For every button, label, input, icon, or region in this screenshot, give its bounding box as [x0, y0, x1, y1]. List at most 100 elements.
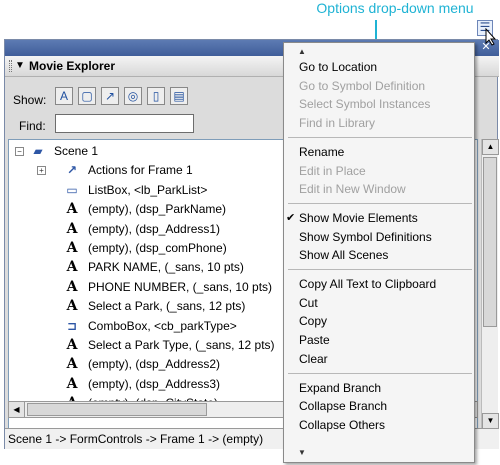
menu-item-label: Rename — [299, 144, 345, 159]
tree-row[interactable]: ▰ Scene 1 — [30, 142, 98, 161]
menu-item-label: Clear — [299, 351, 328, 366]
text-icon: A — [66, 259, 78, 276]
menu-separator — [288, 202, 472, 204]
menu-item-label: Paste — [299, 333, 330, 348]
menu-item-go-to-symbol-definition[interactable]: Go to Symbol Definition — [284, 77, 474, 95]
show-actionscripts-button[interactable]: ↗ — [101, 87, 119, 105]
menu-item-select-symbol-instances[interactable]: Select Symbol Instances — [284, 95, 474, 113]
menu-item-show-all-scenes[interactable]: Show All Scenes — [284, 246, 474, 264]
menu-item-rename[interactable]: Rename — [284, 143, 474, 161]
menu-item-label: Edit in New Window — [299, 182, 406, 197]
show-buttons-button[interactable]: ▢ — [78, 87, 96, 105]
tree-row-label: (empty), (dsp_Address2) — [88, 357, 221, 372]
tree-row-label: Actions for Frame 1 — [88, 163, 193, 178]
scroll-down-arrow-icon[interactable]: ▼ — [482, 413, 499, 429]
tree-row[interactable]: A (empty), (dsp_Address3) — [64, 375, 220, 394]
show-label: Show: — [13, 93, 47, 107]
collapse-toggle-icon[interactable]: − — [15, 147, 24, 156]
options-dropdown-menu: ▲ ▼ Go to Location Go to Symbol Definitio… — [283, 42, 475, 463]
menu-item-edit-in-new-window[interactable]: Edit in New Window — [284, 180, 474, 198]
customize-items-button[interactable]: ▤ — [170, 87, 188, 105]
menu-item-label: Go to Location — [299, 60, 378, 74]
tree-row-label: ComboBox, <cb_parkType> — [88, 318, 237, 333]
collapse-arrow-icon[interactable]: ▼ — [15, 58, 25, 74]
menu-scroll-down-icon[interactable]: ▼ — [284, 446, 474, 460]
tree-row[interactable]: ↗ Actions for Frame 1 — [64, 161, 193, 180]
menu-item-show-movie-elements[interactable]: ✔ Show Movie Elements — [284, 209, 474, 227]
menu-item-find-in-library[interactable]: Find in Library — [284, 114, 474, 132]
tree-row[interactable]: A (empty), (dsp_Address1) — [64, 220, 220, 239]
menu-item-edit-in-place[interactable]: Edit in Place — [284, 162, 474, 180]
menu-item-clear[interactable]: Clear — [284, 350, 474, 368]
tree-row[interactable]: A Select a Park Type, (_sans, 12 pts) — [64, 336, 275, 355]
text-icon: A — [66, 240, 78, 256]
text-icon: A — [66, 278, 78, 295]
menu-item-copy-all-text-to-clipboard[interactable]: Copy All Text to Clipboard — [284, 275, 474, 293]
text-icon: A — [66, 298, 78, 315]
text-icon: A — [66, 375, 78, 392]
tree-row[interactable]: ⊐ ComboBox, <cb_parkType> — [64, 317, 237, 336]
tree-row[interactable]: A PHONE NUMBER, (_sans, 10 pts) — [64, 278, 273, 297]
tree-row[interactable]: A (empty), (dsp_Address2) — [64, 355, 220, 374]
tree-row-label: (empty), (dsp_Address3) — [88, 376, 221, 391]
tree-row-label: Scene 1 — [54, 144, 99, 158]
tree-row-label: PARK NAME, (_sans, 10 pts) — [88, 260, 244, 275]
panel-title: Movie Explorer — [29, 59, 116, 73]
tree-row[interactable]: A (empty), (dsp_comPhone) — [64, 239, 227, 258]
menu-item-go-to-location[interactable]: Go to Location — [284, 58, 474, 76]
menu-separator — [288, 136, 472, 138]
show-frames-layers-button[interactable]: ▯ — [147, 87, 165, 105]
menu-item-copy[interactable]: Copy — [284, 312, 474, 330]
text-icon: A — [66, 356, 78, 373]
find-label: Find: — [19, 119, 46, 133]
vertical-scroll-thumb[interactable] — [483, 157, 497, 327]
menu-item-label: Cut — [299, 295, 318, 310]
vertical-scrollbar[interactable]: ▲ ▼ — [481, 139, 499, 429]
grip-handle-icon[interactable] — [9, 60, 12, 72]
tree-row-label: ListBox, <lb_ParkList> — [88, 182, 208, 197]
expand-toggle-icon[interactable]: + — [37, 166, 46, 176]
tree-row-label: (empty), (dsp_Address1) — [88, 221, 221, 236]
tree-row[interactable]: A PARK NAME, (_sans, 10 pts) — [64, 258, 244, 277]
tree-row-label: (empty), (dsp_comPhone) — [88, 241, 227, 255]
menu-item-label: Go to Symbol Definition — [299, 78, 426, 93]
scene-icon: ▰ — [33, 144, 43, 158]
menu-item-label: Collapse Branch — [299, 399, 388, 414]
tree-row[interactable]: ▭ ListBox, <lb_ParkList> — [64, 181, 207, 200]
menu-item-expand-branch[interactable]: Expand Branch — [284, 379, 474, 397]
menu-item-label: Edit in Place — [299, 163, 366, 178]
menu-separator — [288, 372, 472, 374]
menu-item-collapse-others[interactable]: Collapse Others — [284, 416, 474, 434]
menu-item-label: Show Symbol Definitions — [299, 229, 432, 244]
menu-item-show-symbol-definitions[interactable]: Show Symbol Definitions — [284, 228, 474, 246]
menu-item-label: Find in Library — [299, 116, 376, 131]
scroll-up-arrow-icon[interactable]: ▲ — [482, 139, 499, 155]
tree-row-label: PHONE NUMBER, (_sans, 10 pts) — [88, 279, 273, 294]
menu-item-label: Show All Scenes — [299, 248, 389, 263]
text-icon: A — [66, 337, 78, 353]
mouse-pointer-icon — [485, 28, 497, 46]
menu-scroll-up-icon[interactable]: ▲ — [284, 45, 474, 59]
text-icon: A — [66, 220, 78, 237]
tree-row-label: Select a Park Type, (_sans, 12 pts) — [88, 338, 275, 352]
text-icon: A — [66, 201, 78, 218]
tree-row-label: Select a Park, (_sans, 12 pts) — [88, 299, 246, 314]
show-video-sounds-button[interactable]: ◎ — [124, 87, 142, 105]
checkmark-icon: ✔ — [286, 211, 296, 224]
tree-row-label: (empty), (dsp_ParkName) — [88, 202, 227, 217]
tree-row[interactable]: A Select a Park, (_sans, 12 pts) — [64, 297, 246, 316]
menu-item-label: Copy — [299, 314, 328, 329]
menu-separator — [288, 269, 472, 270]
show-text-button[interactable]: A — [55, 87, 73, 105]
component-icon: ⊐ — [66, 318, 78, 333]
tree-row[interactable]: A (empty), (dsp_ParkName) — [64, 200, 226, 219]
horizontal-scroll-thumb[interactable] — [27, 403, 207, 416]
menu-item-label: Copy All Text to Clipboard — [299, 277, 437, 291]
menu-item-label: Expand Branch — [299, 380, 382, 395]
find-input[interactable] — [55, 114, 194, 133]
menu-item-label: Select Symbol Instances — [299, 97, 431, 112]
scroll-left-arrow-icon[interactable]: ◀ — [9, 402, 25, 417]
menu-item-cut[interactable]: Cut — [284, 294, 474, 312]
menu-item-paste[interactable]: Paste — [284, 331, 474, 349]
menu-item-collapse-branch[interactable]: Collapse Branch — [284, 397, 474, 415]
